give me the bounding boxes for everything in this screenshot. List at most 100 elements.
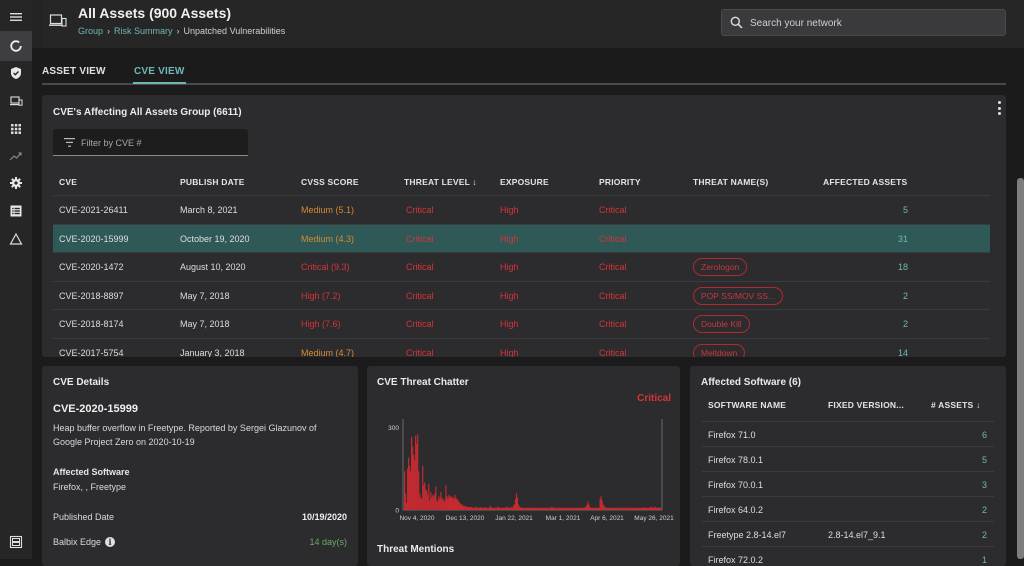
sidebar-item-reports[interactable]: [0, 196, 32, 226]
chart-bar: [519, 507, 522, 510]
sidebar-item-assets[interactable]: [0, 86, 32, 116]
threat-level-label: Critical: [637, 393, 671, 404]
col-cve[interactable]: CVE: [59, 177, 77, 187]
cve-filter[interactable]: [53, 129, 248, 156]
chart-bar: [624, 507, 626, 510]
page-scrollbar-thumb[interactable]: [1017, 178, 1024, 559]
cell-affected-assets[interactable]: 2: [868, 291, 908, 301]
chart-bar: [638, 507, 640, 510]
software-row[interactable]: Firefox 78.0.1 5: [702, 447, 994, 472]
cell-assets-count[interactable]: 2: [947, 505, 987, 515]
sidebar-item-apps[interactable]: [0, 114, 32, 144]
chart-bar: [636, 507, 638, 510]
col-fixed-version[interactable]: FIXED VERSION...: [828, 400, 904, 410]
chart-bar: [611, 507, 613, 510]
chart-bar: [492, 507, 494, 510]
chart-bar: [465, 506, 467, 510]
col-assets-count[interactable]: # ASSETS ↓: [931, 400, 980, 410]
chart-bar: [628, 507, 630, 510]
table-row[interactable]: CVE-2020-1472 August 10, 2020 Critical (…: [53, 253, 990, 282]
software-row[interactable]: Firefox 72.0.2 1: [702, 547, 994, 566]
col-affected-assets[interactable]: AFFECTED ASSETS: [823, 177, 907, 187]
chart-bar: [568, 507, 570, 510]
chart-bar: [478, 507, 480, 510]
dashboard-ring-icon: [10, 40, 22, 52]
table-row[interactable]: CVE-2020-15999 October 19, 2020 Medium (…: [53, 224, 990, 253]
chart-bar: [557, 507, 559, 510]
list-icon: [10, 205, 22, 217]
table-row[interactable]: CVE-2017-5754 January 3, 2018 Medium (4.…: [53, 339, 990, 358]
col-cvss-score[interactable]: CVSS SCORE: [301, 177, 359, 187]
chart-bar: [482, 507, 484, 510]
software-row[interactable]: Firefox 64.0.2 2: [702, 497, 994, 522]
x-tick-label: Apr 6, 2021: [590, 515, 624, 522]
threat-name-chip[interactable]: Meltdown: [693, 343, 746, 357]
cve-filter-input[interactable]: [81, 136, 241, 150]
sidebar-item-trends[interactable]: [0, 141, 32, 171]
chart-bar: [602, 504, 604, 510]
info-icon[interactable]: i: [105, 537, 116, 547]
sidebar-item-alerts[interactable]: [0, 224, 32, 254]
threat-name-chip[interactable]: Double Kill: [693, 315, 750, 333]
chart-bar: [597, 507, 599, 510]
software-row[interactable]: Firefox 71.0 6: [702, 422, 994, 447]
chart-bar: [562, 507, 564, 510]
cell-affected-assets[interactable]: 14: [868, 348, 908, 358]
chart-bar: [591, 507, 593, 510]
col-exposure[interactable]: EXPOSURE: [500, 177, 549, 187]
sidebar-item-settings[interactable]: [0, 168, 32, 198]
chart-bar: [531, 507, 534, 510]
table-row[interactable]: CVE-2021-26411 March 8, 2021 Medium (5.1…: [53, 196, 990, 225]
search-box[interactable]: [721, 9, 1006, 36]
threat-name-chip[interactable]: POP SS/MOV SS...: [693, 286, 784, 305]
table-row[interactable]: CVE-2018-8897 May 7, 2018 High (7.2) Cri…: [53, 282, 990, 310]
col-threat-names[interactable]: THREAT NAME(S): [693, 177, 768, 187]
chart-bar: [451, 496, 453, 510]
sidebar-item-security[interactable]: [0, 58, 32, 88]
cell-assets-count[interactable]: 1: [947, 555, 987, 565]
col-priority[interactable]: PRIORITY: [599, 177, 641, 187]
cell-assets-count[interactable]: 5: [947, 455, 987, 465]
cell-assets-count[interactable]: 3: [947, 480, 987, 490]
cell-cve: CVE-2017-5754: [59, 347, 124, 358]
sidebar-item-layout[interactable]: [0, 527, 32, 557]
more-options-icon[interactable]: [996, 101, 1002, 115]
chart-bar: [600, 496, 602, 510]
chart-bar: [524, 507, 527, 510]
chart-bar: [605, 507, 607, 510]
breadcrumb-group[interactable]: Group: [78, 26, 103, 36]
cell-assets-count[interactable]: 2: [947, 530, 987, 540]
tab-asset-view[interactable]: ASSET VIEW: [42, 66, 106, 82]
sidebar-item-dashboard[interactable]: [0, 31, 32, 61]
chart-bar: [566, 507, 568, 510]
cell-affected-assets[interactable]: 5: [868, 205, 908, 215]
software-row[interactable]: Freetype 2.8-14.el7 2.8-14.el7_9.1 2: [702, 522, 994, 547]
breadcrumb-risk-summary[interactable]: Risk Summary: [114, 26, 173, 36]
sidebar-menu-button[interactable]: [0, 2, 32, 32]
tab-cve-view[interactable]: CVE VIEW: [133, 66, 186, 84]
col-publish-date[interactable]: PUBLISH DATE: [180, 177, 245, 187]
col-threat-level[interactable]: THREAT LEVEL ↓: [404, 177, 477, 187]
x-tick-label: Nov 4, 2020: [399, 515, 434, 522]
col-software-name[interactable]: SOFTWARE NAME: [708, 400, 786, 410]
software-row[interactable]: Firefox 70.0.1 3: [702, 472, 994, 497]
search-input[interactable]: [750, 15, 990, 31]
chart-bar: [504, 507, 506, 510]
table-row[interactable]: CVE-2018-8174 May 7, 2018 High (7.6) Cri…: [53, 310, 990, 339]
chart-bar: [511, 507, 513, 510]
cell-affected-assets[interactable]: 31: [868, 234, 908, 244]
cell-affected-assets[interactable]: 18: [868, 262, 908, 272]
chart-bar: [528, 507, 531, 510]
chart-bar: [505, 507, 507, 510]
threat-name-chip[interactable]: Zerologon: [693, 258, 748, 276]
chart-bar: [586, 504, 588, 510]
cell-affected-assets[interactable]: 2: [868, 319, 908, 329]
chart-bar: [516, 497, 519, 510]
chart-bar: [520, 507, 523, 510]
chart-bar: [423, 485, 425, 510]
chart-bar: [653, 507, 656, 510]
chart-bar: [438, 496, 440, 510]
cell-software-name: Firefox 71.0: [708, 430, 756, 440]
cell-assets-count[interactable]: 6: [947, 430, 987, 440]
chart-bar: [502, 507, 504, 510]
